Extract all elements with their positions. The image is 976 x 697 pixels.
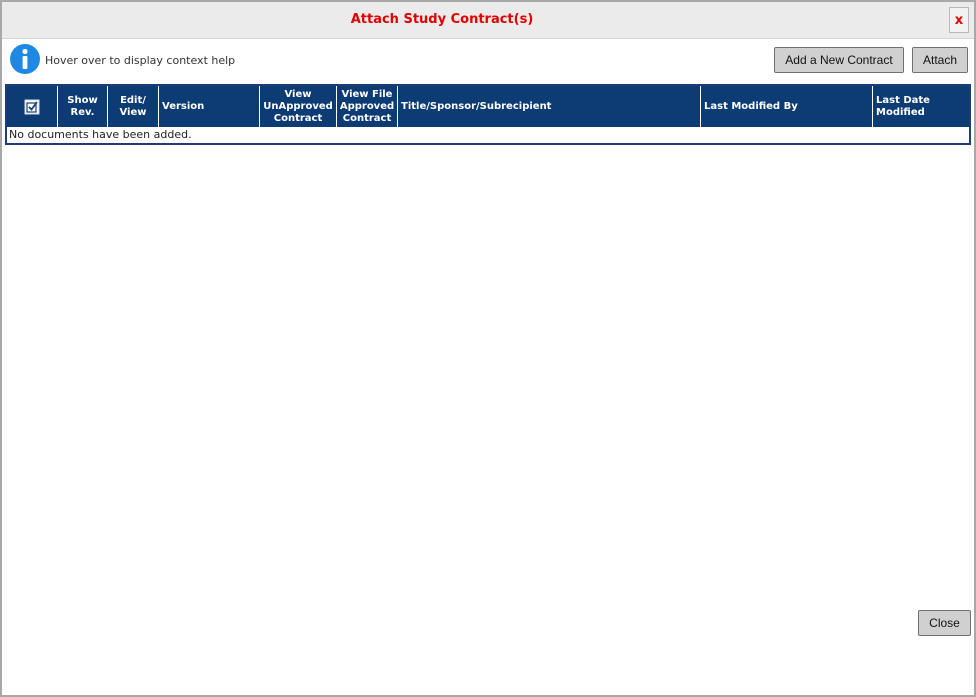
select-all-header[interactable] xyxy=(7,86,58,127)
attach-button[interactable]: Attach xyxy=(912,47,968,73)
column-header-edit-view[interactable]: Edit/ View xyxy=(108,86,159,127)
dialog-title: Attach Study Contract(s) xyxy=(350,12,534,27)
info-icon[interactable] xyxy=(9,43,41,75)
empty-table-message: No documents have been added. xyxy=(9,128,192,141)
contracts-table: Show Rev. Edit/ View Version View UnAppr… xyxy=(5,84,971,145)
context-help-text: Hover over to display context help xyxy=(45,54,236,67)
close-icon[interactable]: x xyxy=(949,7,969,33)
column-header-view-approved[interactable]: View File Approved Contract xyxy=(337,86,398,127)
add-new-contract-button[interactable]: Add a New Contract xyxy=(774,47,904,73)
close-button[interactable]: Close xyxy=(918,610,971,636)
attach-contract-dialog: Attach Study Contract(s) x Hover over to… xyxy=(0,0,976,697)
table-header: Show Rev. Edit/ View Version View UnAppr… xyxy=(7,86,969,127)
column-header-show-rev[interactable]: Show Rev. xyxy=(58,86,108,127)
column-header-version[interactable]: Version xyxy=(159,86,260,127)
column-header-last-date-modified[interactable]: Last Date Modified xyxy=(873,86,969,127)
select-all-checkbox-icon[interactable] xyxy=(24,99,40,115)
column-header-last-modified-by[interactable]: Last Modified By xyxy=(701,86,873,127)
dialog-titlebar: Attach Study Contract(s) x xyxy=(2,2,974,39)
column-header-view-unapproved[interactable]: View UnApproved Contract xyxy=(260,86,337,127)
column-header-title-sponsor[interactable]: Title/Sponsor/Subrecipient xyxy=(398,86,701,127)
